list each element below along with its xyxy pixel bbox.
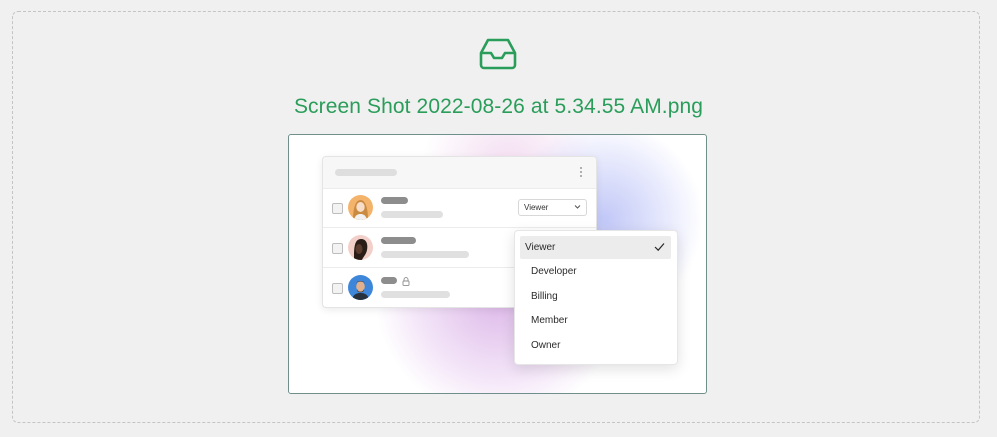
preview-card-header [323, 157, 596, 189]
person-avatar [348, 235, 373, 260]
chevron-down-icon [574, 205, 581, 209]
preview-user-row: Viewer [323, 188, 596, 228]
role-option-member: Member [520, 309, 671, 332]
more-options-icon [579, 167, 583, 179]
image-preview: Viewer Viewer Developer Billing Member O… [288, 134, 707, 394]
role-option-label: Developer [531, 266, 577, 277]
skeleton-title [335, 169, 397, 176]
inbox-icon [479, 38, 517, 70]
skeleton-name [381, 277, 397, 284]
woman-avatar [348, 195, 373, 220]
role-option-label: Viewer [525, 242, 556, 253]
role-option-owner: Owner [520, 334, 671, 357]
preview-checkbox [332, 203, 343, 214]
preview-role-menu: Viewer Developer Billing Member Owner [514, 230, 678, 365]
role-option-label: Member [531, 315, 568, 326]
role-option-viewer: Viewer [520, 236, 671, 259]
role-option-billing: Billing [520, 285, 671, 308]
role-option-label: Owner [531, 340, 561, 351]
role-option-developer: Developer [520, 260, 671, 283]
preview-checkbox [332, 243, 343, 254]
skeleton-name [381, 197, 408, 204]
role-option-label: Billing [531, 291, 558, 302]
man-avatar [348, 275, 373, 300]
uploaded-file-name: Screen Shot 2022-08-26 at 5.34.55 AM.png [293, 95, 704, 118]
skeleton-email [381, 251, 469, 258]
lock-icon [402, 277, 410, 286]
skeleton-email [381, 291, 450, 298]
preview-checkbox [332, 283, 343, 294]
preview-role-select: Viewer [518, 199, 587, 216]
skeleton-email [381, 211, 443, 218]
skeleton-name [381, 237, 416, 244]
check-icon [654, 243, 665, 252]
role-select-value: Viewer [524, 203, 549, 212]
